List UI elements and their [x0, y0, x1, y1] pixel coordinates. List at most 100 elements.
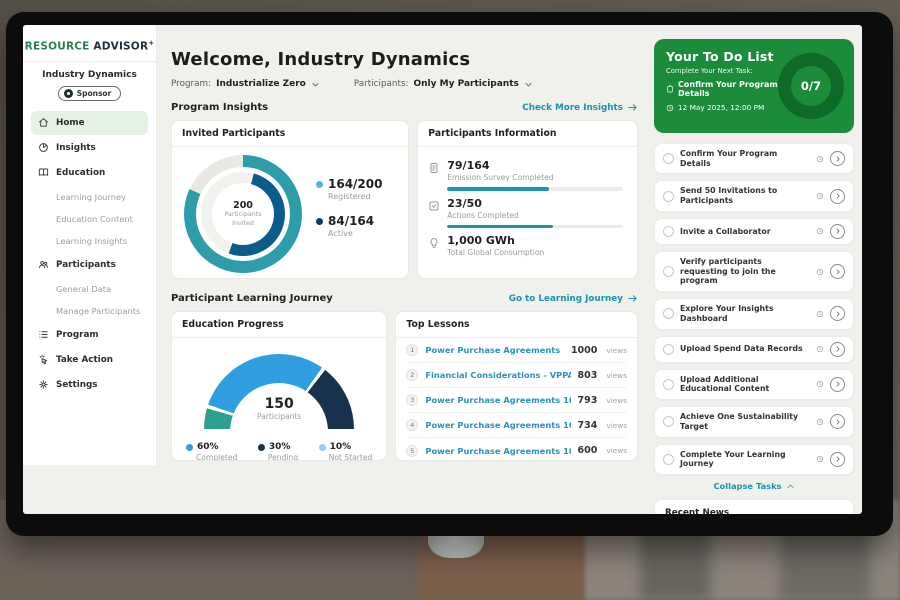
chevron-right-icon	[834, 192, 842, 200]
donut-legend: 164/200 Registered 84/164 Active	[316, 177, 382, 251]
task-item[interactable]: Confirm Your Program Details	[654, 143, 854, 174]
main-content: Welcome, Industry Dynamics Program: Indu…	[157, 25, 650, 514]
legend-dot	[319, 444, 326, 451]
sidebar-item-take-action[interactable]: Take Action	[31, 348, 148, 372]
screen: RESOURCE ADVISOR+ Industry Dynamics Spon…	[23, 25, 862, 514]
sidebar-item-participants[interactable]: Participants	[31, 253, 148, 277]
lesson-link[interactable]: Power Purchase Agreements 103	[425, 446, 570, 456]
logo-text-primary: RESOURCE	[25, 41, 90, 53]
app-logo: RESOURCE ADVISOR+	[23, 33, 156, 61]
task-checkbox[interactable]	[663, 153, 674, 164]
chevron-right-icon	[834, 227, 842, 235]
legend-dot	[316, 218, 323, 225]
lesson-link[interactable]: Power Purchase Agreements 102	[425, 420, 570, 430]
monitor-bezel: RESOURCE ADVISOR+ Industry Dynamics Spon…	[6, 12, 893, 536]
participants-label: Participants:	[354, 79, 409, 89]
program-insights-header: Program Insights Check More Insights	[171, 102, 638, 113]
todo-progress-value: 0/7	[791, 66, 831, 106]
task-item[interactable]: Verify participants requesting to join t…	[654, 251, 854, 292]
gear-icon	[38, 379, 49, 390]
task-checkbox[interactable]	[663, 416, 674, 427]
lesson-link[interactable]: Power Purchase Agreements 101	[425, 395, 570, 405]
task-open-button[interactable]	[830, 151, 845, 166]
stat-actions-completed: 23/50 Actions Completed	[428, 197, 623, 229]
go-to-learning-journey-link[interactable]: Go to Learning Journey	[509, 293, 638, 304]
participants-dropdown[interactable]: Participants: Only My Participants	[354, 79, 533, 89]
check-more-insights-link[interactable]: Check More Insights	[522, 102, 638, 113]
sidebar-item-general-data[interactable]: General Data	[31, 278, 148, 300]
clock-icon	[816, 192, 824, 200]
list-icon	[38, 329, 49, 340]
clock-icon	[816, 268, 824, 276]
section-title: Participant Learning Journey	[171, 293, 333, 304]
org-name: Industry Dynamics	[23, 70, 156, 80]
sidebar-item-home[interactable]: Home	[31, 111, 148, 135]
clock-icon	[816, 345, 824, 353]
sidebar-item-label: Insights	[56, 143, 96, 153]
task-checkbox[interactable]	[663, 308, 674, 319]
sponsor-icon	[64, 89, 73, 98]
sidebar-item-settings[interactable]: Settings	[31, 373, 148, 397]
legend-dot	[316, 181, 323, 188]
home-icon	[38, 117, 49, 128]
chevron-right-icon	[834, 380, 842, 388]
chevron-right-icon	[834, 155, 842, 163]
sidebar-item-insights[interactable]: Insights	[31, 136, 148, 160]
task-open-button[interactable]	[830, 264, 845, 279]
sidebar-item-education-content[interactable]: Education Content	[31, 208, 148, 230]
legend-item-completed: 60% Completed	[186, 442, 237, 461]
task-item[interactable]: Complete Your Learning Journey	[654, 444, 854, 475]
clock-icon	[816, 455, 824, 463]
program-dropdown[interactable]: Program: Industrialize Zero	[171, 79, 320, 89]
sidebar-item-education[interactable]: Education	[31, 161, 148, 185]
legend-item-pending: 30% Pending	[258, 442, 298, 461]
survey-doc-icon	[428, 162, 440, 174]
arrow-right-icon	[627, 293, 638, 304]
donut-center-value: 200	[233, 200, 253, 211]
task-open-button[interactable]	[830, 306, 845, 321]
sidebar-item-program[interactable]: Program	[31, 323, 148, 347]
sidebar-item-learning-insights[interactable]: Learning Insights	[31, 230, 148, 252]
task-checkbox[interactable]	[663, 344, 674, 355]
task-open-button[interactable]	[830, 414, 845, 429]
task-item[interactable]: Upload Additional Educational Content	[654, 369, 854, 400]
task-checkbox[interactable]	[663, 266, 674, 277]
todo-progress-ring: 0/7	[778, 53, 844, 119]
sidebar-item-label: Education	[56, 168, 105, 178]
task-item[interactable]: Upload Spend Data Records	[654, 336, 854, 363]
lesson-rank: 2	[406, 369, 418, 381]
participants-value: Only My Participants	[414, 79, 519, 89]
clipboard-icon	[666, 85, 674, 93]
chevron-right-icon	[834, 418, 842, 426]
sidebar-item-manage-participants[interactable]: Manage Participants	[31, 300, 148, 322]
task-item[interactable]: Send 50 Invitations to Participants	[654, 180, 854, 211]
lesson-rank: 5	[406, 445, 418, 457]
participants-information-card: Participants Information 79/164 Emission…	[417, 120, 638, 279]
lesson-link[interactable]: Power Purchase Agreements 101	[425, 345, 564, 355]
task-open-button[interactable]	[830, 224, 845, 239]
task-checkbox[interactable]	[663, 379, 674, 390]
task-item[interactable]: Achieve One Sustainability Target	[654, 406, 854, 437]
sponsor-label: Sponsor	[77, 89, 112, 98]
legend-item-not-started: 10% Not Started	[319, 442, 373, 461]
sponsor-badge: Sponsor	[58, 86, 122, 101]
task-checkbox[interactable]	[663, 454, 674, 465]
sidebar-item-learning-journey[interactable]: Learning Journey	[31, 186, 148, 208]
program-value: Industrialize Zero	[216, 79, 306, 89]
chevron-right-icon	[834, 268, 842, 276]
task-list: Confirm Your Program Details Send 50 Inv…	[654, 143, 854, 475]
task-item[interactable]: Explore Your Insights Dashboard	[654, 298, 854, 329]
task-checkbox[interactable]	[663, 226, 674, 237]
clock-icon	[816, 418, 824, 426]
collapse-tasks-link[interactable]: Collapse Tasks	[654, 481, 854, 491]
task-open-button[interactable]	[830, 377, 845, 392]
task-open-button[interactable]	[830, 189, 845, 204]
task-open-button[interactable]	[830, 342, 845, 357]
task-item[interactable]: Invite a Collaborator	[654, 218, 854, 245]
lesson-link[interactable]: Financial Considerations - VPPAs	[425, 370, 570, 380]
task-open-button[interactable]	[830, 452, 845, 467]
legend-item-active: 84/164 Active	[316, 214, 382, 238]
gauge-legend: 60% Completed 30% Pending 10% Not Starte…	[172, 434, 386, 461]
task-checkbox[interactable]	[663, 191, 674, 202]
book-icon	[38, 167, 49, 178]
